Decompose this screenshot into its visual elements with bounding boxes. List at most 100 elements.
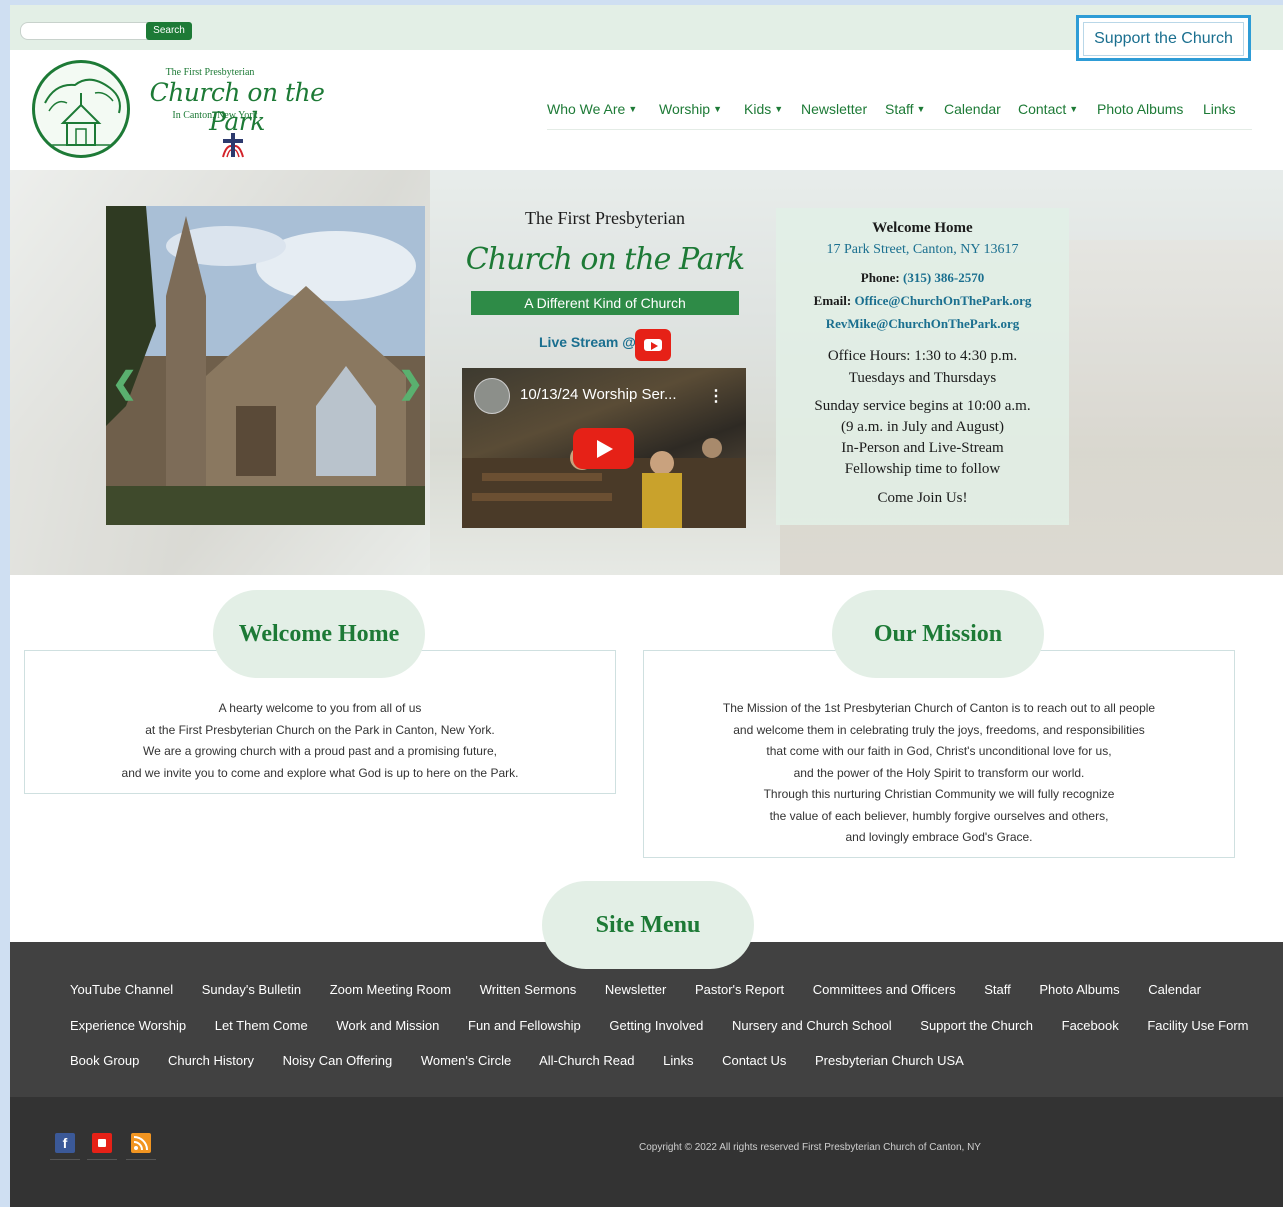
- info-email[interactable]: Office@ChurchOnThePark.org: [854, 293, 1031, 308]
- nav-label: Worship: [659, 101, 711, 117]
- channel-avatar[interactable]: [474, 378, 510, 414]
- welcome-title: Welcome Home: [213, 590, 425, 678]
- info-office-hours: Office Hours: 1:30 to 4:30 p.m.: [827, 348, 1018, 364]
- footer-link-staff[interactable]: Staff: [984, 982, 1011, 997]
- footer-link-photo-albums[interactable]: Photo Albums: [1039, 982, 1119, 997]
- more-options-icon[interactable]: ⋮: [708, 386, 724, 406]
- footer-bottom: f Copyright © 2022 All rights reserved F…: [10, 1097, 1283, 1207]
- caret-down-icon: ▼: [916, 104, 926, 114]
- info-phone[interactable]: (315) 386-2570: [903, 270, 984, 285]
- nav-item-calendar[interactable]: Calendar: [944, 101, 1001, 117]
- footer-link-contact-us[interactable]: Contact Us: [722, 1053, 786, 1068]
- hero-tagline: A Different Kind of Church: [471, 291, 739, 315]
- footer-link-work-and-mission[interactable]: Work and Mission: [336, 1018, 439, 1033]
- nav-item-links[interactable]: Links: [1203, 101, 1236, 117]
- welcome-text: A hearty welcome to you from all of us a…: [25, 698, 615, 784]
- footer-link-support-the-church[interactable]: Support the Church: [920, 1018, 1033, 1033]
- footer-link-getting-involved[interactable]: Getting Involved: [609, 1018, 703, 1033]
- footer-link-facility-use-form[interactable]: Facility Use Form: [1147, 1018, 1248, 1033]
- nav-item-staff[interactable]: Staff ▼: [885, 101, 925, 117]
- video-player[interactable]: 10/13/24 Worship Ser... ⋮: [462, 368, 746, 528]
- mission-text: The Mission of the 1st Presbyterian Chur…: [644, 698, 1234, 849]
- social-divider: [87, 1159, 117, 1160]
- info-sunday-summer: (9 a.m. in July and August): [841, 419, 1004, 435]
- footer-link-all-church-read[interactable]: All-Church Read: [539, 1053, 634, 1068]
- logo-top-text[interactable]: The First Presbyterian: [150, 67, 270, 78]
- nav-item-who-we-are[interactable]: Who We Are ▼: [547, 101, 637, 117]
- caret-down-icon: ▼: [1069, 104, 1079, 114]
- site-menu-row: Book Group Church History Noisy Can Offe…: [70, 1053, 1270, 1089]
- footer-link-church-history[interactable]: Church History: [168, 1053, 254, 1068]
- welcome-line: and we invite you to come and explore wh…: [121, 765, 519, 780]
- search-button[interactable]: Search: [146, 22, 192, 40]
- footer-link-facebook[interactable]: Facebook: [1062, 1018, 1119, 1033]
- play-button[interactable]: [573, 428, 634, 469]
- info-phone-label: Phone:: [860, 270, 900, 285]
- footer-link-experience-worship[interactable]: Experience Worship: [70, 1018, 186, 1033]
- info-email-2[interactable]: RevMike@ChurchOnThePark.org: [776, 316, 1069, 332]
- nav-item-worship[interactable]: Worship ▼: [659, 101, 722, 117]
- footer-link-let-them-come[interactable]: Let Them Come: [215, 1018, 308, 1033]
- hero-script-title: Church on the Park: [465, 242, 745, 277]
- nav-label: Kids: [744, 101, 772, 117]
- logo-main-text[interactable]: Church on the Park: [142, 78, 332, 136]
- footer-link-zoom-meeting-room[interactable]: Zoom Meeting Room: [330, 982, 451, 997]
- site-menu-row: Experience Worship Let Them Come Work an…: [70, 1018, 1270, 1054]
- footer-link-newsletter[interactable]: Newsletter: [605, 982, 666, 997]
- nav-item-contact[interactable]: Contact ▼: [1018, 101, 1078, 117]
- info-phone-row: Phone: (315) 386-2570: [776, 270, 1069, 286]
- livestream-link[interactable]: Live Stream @: [539, 334, 636, 350]
- mission-line: that come with our faith in God, Christ'…: [766, 744, 1112, 758]
- info-email-label: Email:: [813, 293, 852, 308]
- youtube-icon[interactable]: [635, 329, 671, 361]
- welcome-line: at the First Presbyterian Church on the …: [145, 722, 495, 737]
- welcome-line: A hearty welcome to you from all of us: [218, 701, 422, 715]
- info-address[interactable]: 17 Park Street, Canton, NY 13617: [776, 242, 1069, 258]
- footer-link-presbyterian-church-usa[interactable]: Presbyterian Church USA: [815, 1053, 964, 1068]
- church-photo-slide[interactable]: ❮ ❯: [106, 206, 425, 525]
- nav-item-photo-albums[interactable]: Photo Albums: [1097, 101, 1183, 117]
- hero-banner: ❮ ❯ The First Presbyterian Church on the…: [10, 170, 1283, 575]
- mission-line: The Mission of the 1st Presbyterian Chur…: [722, 701, 1156, 715]
- page: Search Support the Church The First Pres…: [10, 5, 1283, 1207]
- footer-link-womens-circle[interactable]: Women's Circle: [421, 1053, 511, 1068]
- footer-link-noisy-can-offering[interactable]: Noisy Can Offering: [283, 1053, 393, 1068]
- site-menu-links: YouTube Channel Sunday's Bulletin Zoom M…: [70, 982, 1270, 1089]
- support-church-label: Support the Church: [1083, 22, 1244, 56]
- footer-link-nursery-and-church-school[interactable]: Nursery and Church School: [732, 1018, 892, 1033]
- mission-line: and lovingly embrace God's Grace.: [845, 830, 1033, 844]
- footer-link-youtube-channel[interactable]: YouTube Channel: [70, 982, 173, 997]
- mission-title: Our Mission: [832, 590, 1044, 678]
- contact-info-box: Welcome Home 17 Park Street, Canton, NY …: [776, 208, 1069, 525]
- footer-link-pastors-report[interactable]: Pastor's Report: [695, 982, 784, 997]
- slide-next-icon[interactable]: ❯: [398, 366, 423, 401]
- social-divider: [126, 1159, 156, 1160]
- caret-down-icon: ▼: [713, 104, 723, 114]
- info-sunday-format: In-Person and Live-Stream: [841, 440, 1004, 456]
- mission-line: Through this nurturing Christian Communi…: [763, 787, 1115, 801]
- search-input[interactable]: [20, 22, 152, 40]
- mission-card: The Mission of the 1st Presbyterian Chur…: [643, 650, 1235, 858]
- info-email-row: Email: Office@ChurchOnThePark.org: [776, 293, 1069, 309]
- slide-prev-icon[interactable]: ❮: [112, 366, 137, 401]
- mission-line: the value of each believer, humbly forgi…: [769, 808, 1109, 823]
- footer-link-calendar[interactable]: Calendar: [1148, 982, 1201, 997]
- info-fellowship: Fellowship time to follow: [844, 461, 1001, 477]
- info-heading: Welcome Home: [872, 220, 973, 236]
- footer-link-sundays-bulletin[interactable]: Sunday's Bulletin: [202, 982, 301, 997]
- hero-title: The First Presbyterian: [525, 208, 685, 228]
- video-title[interactable]: 10/13/24 Worship Ser...: [520, 386, 676, 403]
- footer-link-links[interactable]: Links: [663, 1053, 693, 1068]
- footer-link-committees-and-officers[interactable]: Committees and Officers: [813, 982, 956, 997]
- footer-link-written-sermons[interactable]: Written Sermons: [480, 982, 577, 997]
- footer-link-fun-and-fellowship[interactable]: Fun and Fellowship: [468, 1018, 581, 1033]
- support-church-button[interactable]: Support the Church: [1076, 15, 1251, 61]
- nav-item-kids[interactable]: Kids ▼: [744, 101, 783, 117]
- logo-sub-text[interactable]: In Canton, New York: [150, 110, 280, 121]
- footer-link-book-group[interactable]: Book Group: [70, 1053, 139, 1068]
- site-menu-title: Site Menu: [542, 881, 754, 969]
- church-logo[interactable]: [32, 60, 130, 158]
- nav-item-newsletter[interactable]: Newsletter: [801, 101, 867, 117]
- main-nav: Who We Are ▼ Worship ▼ Kids ▼ Newsletter St…: [547, 99, 1252, 130]
- nav-label: Staff: [885, 101, 914, 117]
